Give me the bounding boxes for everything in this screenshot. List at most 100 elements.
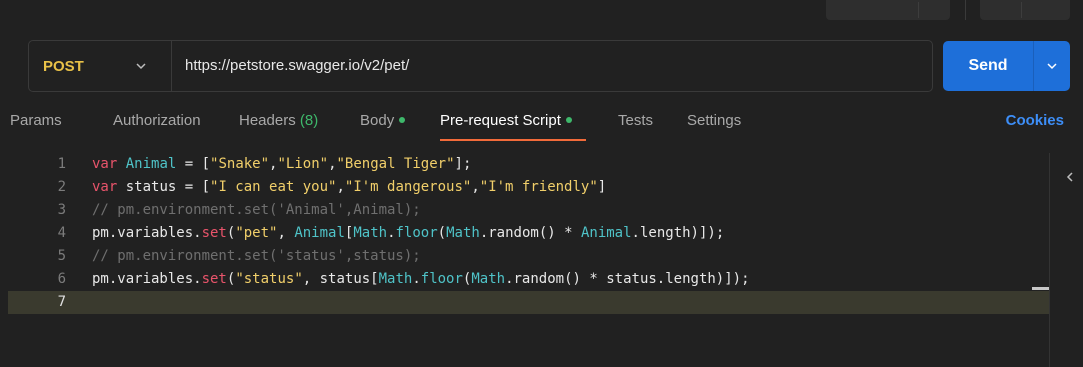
url-input[interactable]: https://petstore.swagger.io/v2/pet/ — [185, 57, 409, 74]
method-select[interactable]: POST — [29, 41, 172, 91]
code-token: Math — [446, 225, 480, 241]
code-token: "Snake" — [210, 156, 270, 172]
code-token: , — [277, 225, 295, 241]
tab-params[interactable]: Params — [10, 112, 62, 129]
chevron-down-icon[interactable] — [1046, 60, 1058, 72]
code-token: var — [92, 179, 118, 195]
code-token: floor — [395, 225, 438, 241]
active-tab-indicator — [440, 139, 586, 141]
code-token: "Lion" — [277, 156, 329, 172]
line-number: 7 — [57, 294, 66, 310]
tab-label: Pre-request Script — [440, 112, 561, 129]
code-line[interactable]: 4 pm.variables.set("pet", Animal[Math.flo… — [8, 222, 1050, 245]
status-dot — [399, 117, 406, 124]
code-line[interactable]: 6 pm.variables.set("status", status[Math.… — [8, 268, 1050, 291]
code-line[interactable]: 7 — [8, 291, 1050, 314]
divider — [965, 0, 966, 20]
code-token: .random() * — [479, 225, 581, 241]
code-token: "I'm dangerous" — [344, 179, 472, 195]
line-number: 4 — [57, 225, 66, 241]
divider — [1033, 41, 1034, 91]
code-token: Animal — [294, 225, 345, 241]
line-number: 2 — [57, 179, 66, 195]
code-text: // pm.environment.set('status',status); — [92, 245, 421, 268]
code-token: , — [328, 156, 337, 172]
request-url-bar: POST https://petstore.swagger.io/v2/pet/ — [28, 40, 933, 92]
code-token: pm.variables. — [92, 271, 202, 287]
headers-count-badge: (8) — [299, 112, 319, 129]
tab-label: Headers — [239, 112, 296, 129]
code-token: set — [201, 225, 227, 241]
code-token: . — [412, 271, 421, 287]
method-label: POST — [43, 57, 84, 75]
tab-label: Params — [10, 112, 62, 129]
top-toolbar-control[interactable] — [980, 0, 1070, 20]
code-token: "pet" — [235, 225, 278, 241]
code-line[interactable]: 2 var status = ["I can eat you","I'm dang… — [8, 176, 1050, 199]
code-text: var status = ["I can eat you","I'm dange… — [92, 176, 606, 199]
code-token: ] — [597, 179, 607, 195]
code-token: Math — [378, 271, 413, 287]
code-token: floor — [420, 271, 463, 287]
code-token: "Bengal Tiger" — [336, 156, 455, 172]
line-number: 6 — [57, 271, 66, 287]
code-token: status = [ — [117, 179, 211, 195]
code-token: Math — [353, 225, 388, 241]
code-token: .length)]); — [631, 225, 725, 241]
code-token: set — [201, 271, 227, 287]
chevron-left-icon[interactable] — [1064, 171, 1076, 183]
tab-settings[interactable]: Settings — [687, 112, 741, 129]
code-token: = [ — [176, 156, 211, 172]
status-dot — [565, 117, 572, 124]
divider — [918, 2, 919, 18]
tab-tests[interactable]: Tests — [618, 112, 653, 129]
code-line[interactable]: 1 var Animal = ["Snake","Lion","Bengal Ti… — [8, 153, 1050, 176]
request-tabs: Params Authorization Headers (8) Body Pr… — [0, 112, 1083, 144]
tab-label: Authorization — [113, 112, 201, 129]
cookies-link[interactable]: Cookies — [1006, 112, 1064, 129]
code-line[interactable]: 3 // pm.environment.set('Animal',Animal); — [8, 199, 1050, 222]
divider — [1021, 2, 1022, 18]
code-token: pm.variables. — [92, 225, 202, 241]
tab-body[interactable]: Body — [360, 112, 406, 129]
send-button-group: Send — [943, 41, 1070, 91]
code-token: // pm.environment.set('status',status); — [92, 248, 421, 264]
code-token: ( — [437, 225, 447, 241]
code-text: // pm.environment.set('Animal',Animal); — [92, 199, 421, 222]
code-text: var Animal = ["Snake","Lion","Bengal Tig… — [92, 153, 471, 176]
code-token: , — [336, 179, 345, 195]
code-line[interactable]: 5 // pm.environment.set('status',status); — [8, 245, 1050, 268]
code-token: "I'm friendly" — [479, 179, 598, 195]
tab-label: Settings — [687, 112, 742, 129]
code-token: // pm.environment.set('Animal',Animal); — [92, 202, 421, 218]
code-token: , status[ — [302, 271, 379, 287]
code-token: ]; — [454, 156, 472, 172]
code-token: . — [387, 225, 396, 241]
tab-label: Tests — [618, 112, 654, 129]
line-number: 1 — [57, 156, 66, 172]
tab-headers[interactable]: Headers (8) — [239, 112, 318, 129]
scrollbar[interactable] — [1049, 153, 1050, 367]
code-token: "I can eat you" — [210, 179, 337, 195]
code-token: .random() * status.length)]); — [505, 271, 750, 287]
code-token: Animal — [125, 156, 177, 172]
tab-pre-request-script[interactable]: Pre-request Script — [440, 112, 572, 129]
top-toolbar-control[interactable] — [826, 0, 950, 20]
code-token: Math — [471, 271, 506, 287]
line-number: 5 — [57, 248, 66, 264]
chevron-down-icon — [136, 63, 146, 70]
tab-label: Body — [360, 112, 395, 129]
code-text: pm.variables.set("status", status[Math.f… — [92, 268, 750, 291]
line-number: 3 — [57, 202, 66, 218]
code-token: "status" — [235, 271, 303, 287]
code-token: Animal — [580, 225, 632, 241]
send-button[interactable]: Send — [943, 41, 1033, 91]
code-text: pm.variables.set("pet", Animal[Math.floo… — [92, 222, 724, 245]
tab-authorization[interactable]: Authorization — [113, 112, 201, 129]
script-editor[interactable]: 1 var Animal = ["Snake","Lion","Bengal Ti… — [8, 153, 1050, 367]
code-token: var — [92, 156, 118, 172]
code-token: , — [471, 179, 480, 195]
scrollbar-thumb[interactable] — [1032, 287, 1049, 290]
top-toolbar — [0, 0, 1083, 28]
